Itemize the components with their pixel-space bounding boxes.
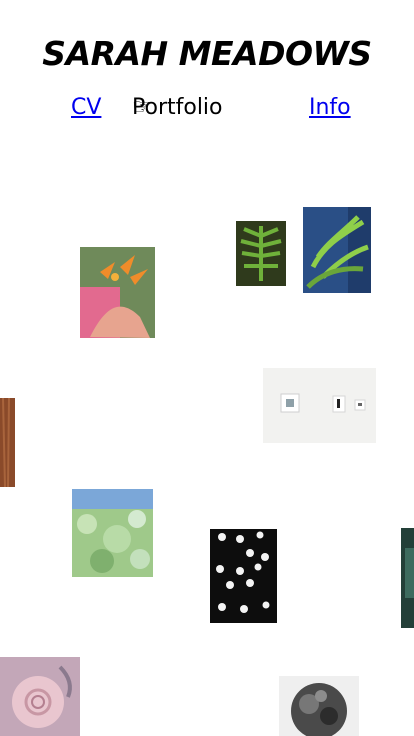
portfolio-thumb-fern-leaves[interactable] xyxy=(236,221,286,286)
portfolio-thumb-grayscale-tree[interactable] xyxy=(279,676,359,736)
nav-info-link[interactable]: Info xyxy=(309,92,351,124)
site-title: SARAH MEADOWS xyxy=(42,34,372,73)
portfolio-thumb-gallery-wall[interactable] xyxy=(263,368,376,443)
nav-portfolio-label: Portfolio xyxy=(132,95,223,120)
portfolio-thumb-dark-green-partial[interactable] xyxy=(401,528,414,628)
portfolio-thumb-wood-grain-partial[interactable] xyxy=(0,398,15,487)
portfolio-thumb-pink-rose[interactable] xyxy=(0,657,80,736)
main-nav: CV ☞ Portfolio Info xyxy=(0,92,414,124)
portfolio-thumb-green-foliage-blue-sky[interactable] xyxy=(72,489,153,577)
nav-cv-link[interactable]: CV xyxy=(71,92,101,124)
portfolio-thumb-light-dots-black[interactable] xyxy=(210,529,277,623)
portfolio-thumb-orange-flowers-hand[interactable] xyxy=(80,247,155,338)
portfolio-thumb-plant-blue-wall[interactable] xyxy=(303,207,371,293)
